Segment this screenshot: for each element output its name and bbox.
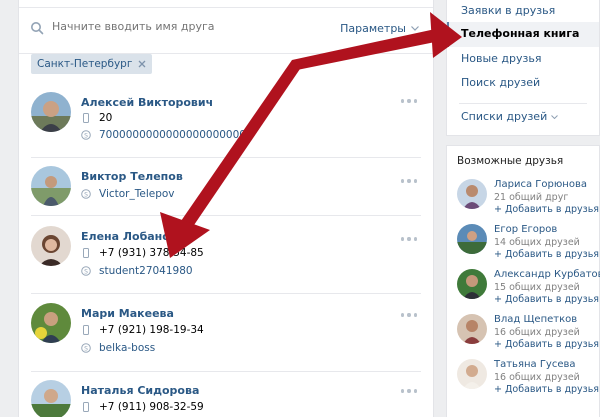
friend-info-line: S student27041980 bbox=[81, 265, 193, 277]
add-friend-button[interactable]: + Добавить в друзья bbox=[494, 204, 599, 215]
possible-friend-item: Александр Курбатов 15 общих друзей + Доб… bbox=[457, 269, 600, 313]
svg-text:S: S bbox=[84, 191, 88, 198]
skype-icon: S bbox=[81, 189, 91, 199]
nav-phonebook-label[interactable]: Телефонная книга bbox=[461, 27, 579, 40]
avatar[interactable] bbox=[31, 380, 71, 417]
friend-name[interactable]: Алексей Викторович bbox=[81, 96, 213, 109]
divider bbox=[31, 157, 421, 158]
nav-new-friends[interactable]: Новые друзья bbox=[461, 52, 541, 65]
possible-friend-item: Влад Щепетков 16 общих друзей + Добавить… bbox=[457, 314, 599, 358]
friend-skype[interactable]: 70000000000000000000000 bbox=[99, 129, 253, 141]
friend-info-line: S 70000000000000000000000 bbox=[81, 129, 253, 141]
friend-skype[interactable]: belka-boss bbox=[99, 342, 155, 354]
avatar[interactable] bbox=[457, 224, 487, 254]
friend-info-line: S belka-boss bbox=[81, 342, 155, 354]
friend-row: Наталья Сидорова +7 (911) 908-32-59 bbox=[31, 380, 421, 417]
phone-icon bbox=[83, 325, 89, 335]
possible-friend-item: Лариса Горюнова 21 общий друг + Добавить… bbox=[457, 179, 599, 223]
common-friends-count: 21 общий друг bbox=[494, 192, 569, 203]
possible-friend-name[interactable]: Егор Егоров bbox=[494, 224, 557, 235]
possible-friend-name[interactable]: Александр Курбатов bbox=[494, 269, 600, 280]
nav-search-friends[interactable]: Поиск друзей bbox=[461, 76, 540, 89]
nav-friend-lists[interactable]: Списки друзей bbox=[461, 110, 559, 123]
friend-search-input[interactable] bbox=[52, 20, 302, 33]
friends-nav-menu: Заявки в друзья Телефонная книга Новые д… bbox=[446, 0, 600, 136]
divider bbox=[31, 215, 421, 216]
common-friends-count: 14 общих друзей bbox=[494, 237, 580, 248]
friend-phone: +7 (921) 198-19-34 bbox=[99, 324, 204, 336]
avatar[interactable] bbox=[31, 166, 71, 206]
friend-info-line: +7 (921) 198-19-34 bbox=[81, 324, 204, 336]
friend-skype[interactable]: Victor_Telepov bbox=[99, 188, 175, 200]
phone-icon bbox=[83, 113, 89, 123]
avatar[interactable] bbox=[457, 179, 487, 209]
add-friend-button[interactable]: + Добавить в друзья bbox=[494, 294, 599, 305]
common-friends-count: 16 общих друзей bbox=[494, 372, 580, 383]
phone-icon bbox=[83, 248, 89, 258]
nav-friend-requests[interactable]: Заявки в друзья bbox=[461, 4, 555, 17]
svg-text:S: S bbox=[84, 268, 88, 275]
more-actions-icon[interactable] bbox=[401, 389, 417, 393]
friend-name[interactable]: Наталья Сидорова bbox=[81, 384, 199, 397]
friend-name[interactable]: Мари Макеева bbox=[81, 307, 174, 320]
friend-row: Алексей Викторович 20 S 7000000000000000… bbox=[31, 92, 421, 152]
friends-panel: Параметры Санкт-Петербург Алексей Виктор… bbox=[18, 0, 434, 417]
parameters-label: Параметры bbox=[340, 22, 406, 35]
add-friend-button[interactable]: + Добавить в друзья bbox=[494, 249, 599, 260]
common-friends-count: 16 общих друзей bbox=[494, 327, 580, 338]
friend-row: Мари Макеева +7 (921) 198-19-34 S belka-… bbox=[31, 303, 421, 363]
chevron-down-icon bbox=[551, 114, 559, 119]
avatar[interactable] bbox=[457, 269, 487, 299]
friend-search-bar: Параметры bbox=[19, 7, 433, 54]
parameters-button[interactable]: Параметры bbox=[340, 22, 419, 35]
divider bbox=[459, 103, 587, 104]
avatar[interactable] bbox=[457, 314, 487, 344]
skype-icon: S bbox=[81, 266, 91, 276]
divider bbox=[31, 371, 421, 372]
filter-chip-city[interactable]: Санкт-Петербург bbox=[31, 54, 153, 74]
filter-chip-label: Санкт-Петербург bbox=[37, 58, 133, 70]
more-actions-icon[interactable] bbox=[401, 237, 417, 241]
possible-friends-title[interactable]: Возможные друзья bbox=[457, 155, 563, 167]
nav-friend-lists-label: Списки друзей bbox=[461, 110, 548, 123]
friend-info-line: 20 bbox=[81, 112, 112, 124]
add-friend-button[interactable]: + Добавить в друзья bbox=[494, 384, 599, 395]
divider bbox=[31, 293, 421, 294]
skype-icon: S bbox=[81, 343, 91, 353]
svg-text:S: S bbox=[84, 345, 88, 352]
friend-info-line: +7 (911) 908-32-59 bbox=[81, 401, 204, 413]
friend-info-line: S Victor_Telepov bbox=[81, 188, 175, 200]
common-friends-count: 15 общих друзей bbox=[494, 282, 580, 293]
possible-friend-item: Егор Егоров 14 общих друзей + Добавить в… bbox=[457, 224, 599, 268]
possible-friend-name[interactable]: Лариса Горюнова bbox=[494, 179, 587, 190]
avatar[interactable] bbox=[31, 226, 71, 266]
friend-row: Виктор Телепов S Victor_Telepov bbox=[31, 166, 421, 210]
avatar[interactable] bbox=[457, 359, 487, 389]
more-actions-icon[interactable] bbox=[401, 313, 417, 317]
friend-phone: 20 bbox=[99, 112, 113, 124]
friend-row: Елена Лобанова +7 (931) 378-54-85 S stud… bbox=[31, 226, 421, 286]
phone-icon bbox=[83, 402, 89, 412]
friend-phone: +7 (931) 378-54-85 bbox=[99, 247, 204, 259]
friend-name[interactable]: Елена Лобанова bbox=[81, 230, 184, 243]
close-icon[interactable] bbox=[138, 60, 146, 68]
friend-name[interactable]: Виктор Телепов bbox=[81, 170, 183, 183]
svg-text:S: S bbox=[84, 132, 88, 139]
friend-skype[interactable]: student27041980 bbox=[99, 265, 193, 277]
chevron-down-icon bbox=[411, 26, 419, 31]
skype-icon: S bbox=[81, 130, 91, 140]
add-friend-button[interactable]: + Добавить в друзья bbox=[494, 339, 599, 350]
possible-friend-name[interactable]: Татьяна Гусева bbox=[494, 359, 576, 370]
more-actions-icon[interactable] bbox=[401, 99, 417, 103]
possible-friend-name[interactable]: Влад Щепетков bbox=[494, 314, 577, 325]
friend-phone: +7 (911) 908-32-59 bbox=[99, 401, 204, 413]
avatar[interactable] bbox=[31, 92, 71, 132]
more-actions-icon[interactable] bbox=[401, 179, 417, 183]
avatar[interactable] bbox=[31, 303, 71, 343]
possible-friend-item: Татьяна Гусева 16 общих друзей + Добавит… bbox=[457, 359, 599, 403]
search-icon bbox=[31, 22, 44, 35]
possible-friends-panel: Возможные друзья Лариса Горюнова 21 общи… bbox=[446, 145, 600, 417]
friend-info-line: +7 (931) 378-54-85 bbox=[81, 247, 204, 259]
